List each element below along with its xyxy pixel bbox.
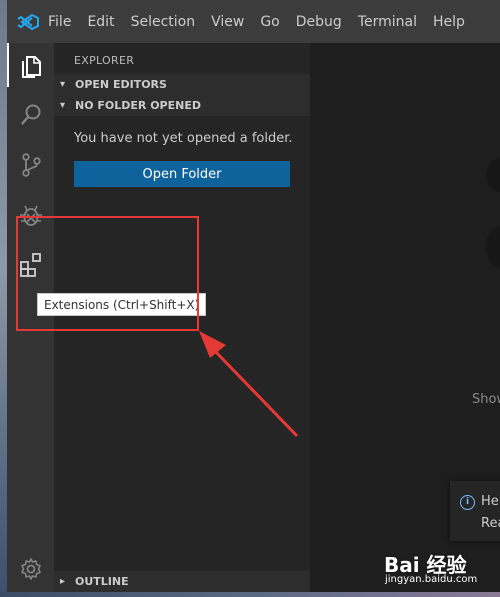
section-outline[interactable]: ▸ OUTLINE: [54, 571, 310, 592]
desktop-edge: [0, 592, 500, 597]
baidu-watermark: Bai 经验 jingyan.baidu.com: [384, 549, 484, 589]
section-no-folder[interactable]: ▾ NO FOLDER OPENED: [54, 95, 310, 116]
no-folder-message: You have not yet opened a folder.: [74, 131, 293, 146]
annotation-highlight-box: [16, 216, 199, 331]
files-icon: [21, 56, 41, 78]
title-bar: File Edit Selection View Go Debug Termin…: [7, 0, 500, 43]
menu-edit[interactable]: Edit: [87, 14, 114, 30]
activity-source-control[interactable]: [7, 143, 54, 187]
menu-bar: File Edit Selection View Go Debug Termin…: [48, 0, 481, 43]
watermark-site: jingyan.baidu.com: [385, 574, 478, 585]
active-indicator: [7, 43, 9, 87]
editor-hint-text: Show: [472, 392, 500, 407]
menu-file[interactable]: File: [48, 14, 71, 30]
open-folder-button[interactable]: Open Folder: [74, 161, 290, 187]
sidebar-title: EXPLORER: [74, 54, 135, 67]
info-icon: i: [460, 495, 475, 510]
section-open-editors-label: OPEN EDITORS: [75, 78, 167, 91]
menu-debug[interactable]: Debug: [296, 14, 342, 30]
activity-explorer[interactable]: [7, 43, 54, 87]
menu-terminal[interactable]: Terminal: [358, 14, 417, 30]
notification-toast[interactable]: i Hel Rea: [450, 481, 500, 541]
gear-icon: [20, 558, 41, 580]
section-open-editors[interactable]: ▾ OPEN EDITORS: [54, 74, 310, 95]
menu-help[interactable]: Help: [433, 14, 465, 30]
chevron-down-icon: ▾: [60, 100, 66, 111]
source-control-icon: [21, 153, 41, 177]
section-no-folder-label: NO FOLDER OPENED: [75, 99, 201, 112]
activity-search[interactable]: [7, 93, 54, 137]
chevron-down-icon: ▾: [60, 79, 66, 90]
notification-line-1: Hel: [481, 494, 500, 509]
vscode-logo-icon: [17, 14, 39, 30]
notification-line-2: Rea: [481, 516, 500, 531]
section-outline-label: OUTLINE: [75, 575, 129, 588]
activity-manage[interactable]: [7, 547, 54, 591]
menu-selection[interactable]: Selection: [131, 14, 196, 30]
menu-go[interactable]: Go: [260, 14, 279, 30]
desktop-edge: [0, 0, 7, 597]
chevron-right-icon: ▸: [60, 576, 66, 587]
search-icon: [20, 104, 40, 125]
menu-view[interactable]: View: [211, 14, 244, 30]
